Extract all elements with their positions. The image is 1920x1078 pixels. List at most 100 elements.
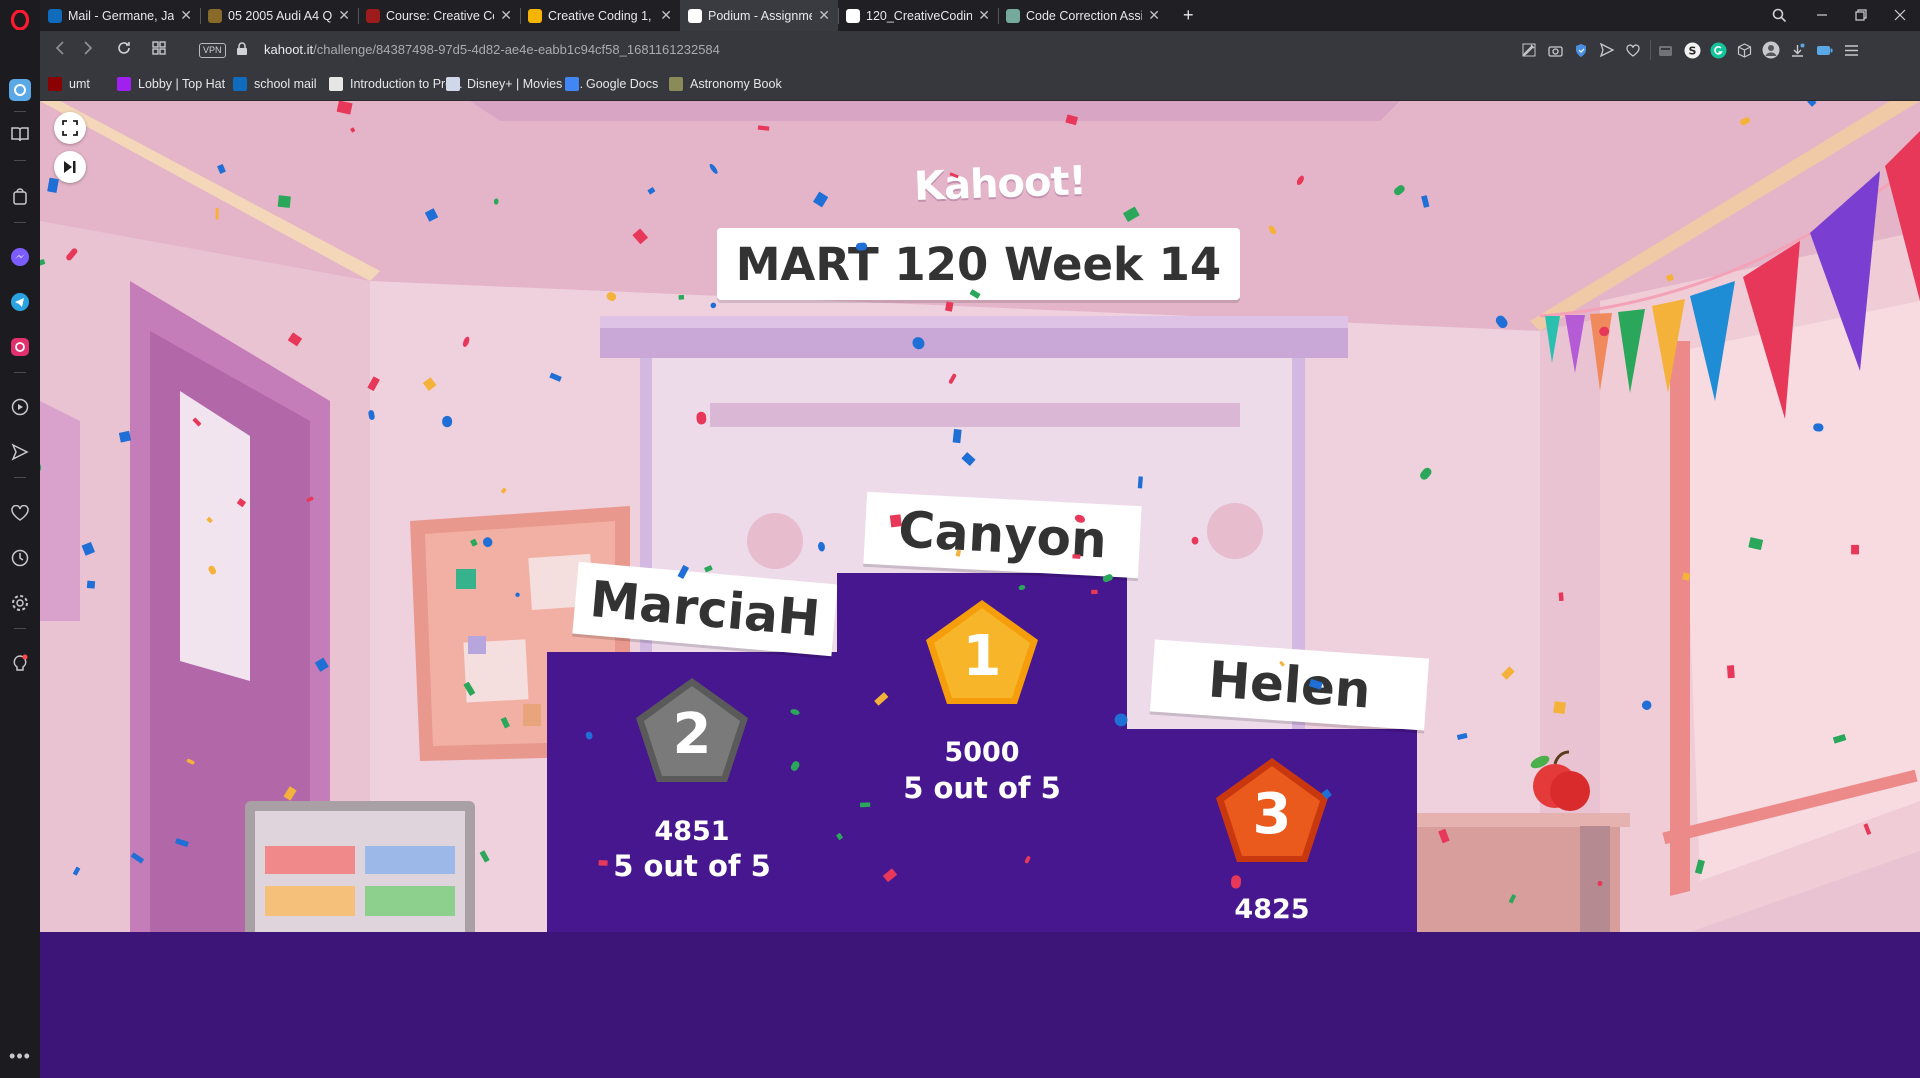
tab-favicon-icon [208,8,222,23]
bookmark-item[interactable]: Introduction to Pro... [329,77,463,91]
bookmark-favicon-icon [446,77,460,91]
tips-icon[interactable] [8,652,32,676]
history-icon[interactable] [8,546,32,570]
restore-button[interactable] [1852,6,1870,24]
bookmark-heart-icon[interactable] [1624,41,1642,59]
url-field[interactable]: kahoot.it/challenge/84387498-97d5-4d82-a… [264,42,720,57]
rank-2-badge-icon: 2 [636,678,748,782]
bookmark-favicon-icon [117,77,131,91]
tab-title: Course: Creative Coding I ( [386,8,494,23]
tab-close-icon[interactable]: ✕ [500,7,512,24]
player-icon[interactable] [8,395,32,419]
opera-logo-icon[interactable] [8,8,32,32]
reload-button[interactable] [116,40,132,61]
messenger-icon[interactable] [8,245,32,269]
browser-tab[interactable]: Course: Creative Coding I ( ✕ [358,0,520,31]
bookmark-item[interactable]: Google Docs [565,77,658,91]
tab-grid-icon[interactable] [151,40,167,61]
tab-close-icon[interactable]: ✕ [978,7,990,24]
search-tabs-icon[interactable] [1770,6,1788,24]
score-second: 4851 [654,816,730,847]
bookmark-label: school mail [254,77,317,91]
tab-close-icon[interactable]: ✕ [818,7,830,24]
camera-icon[interactable] [1546,41,1564,59]
fullscreen-button[interactable] [54,112,86,144]
bookmark-label: Google Docs [586,77,659,91]
rank-1-number: 1 [963,624,1002,689]
bookmark-favicon-icon [48,77,62,91]
sidebar-separator [14,477,26,478]
bookmark-label: Astronomy Book [690,77,782,91]
tab-close-icon[interactable]: ✕ [338,7,350,24]
minimize-button[interactable] [1813,6,1831,24]
send-icon[interactable] [8,440,32,464]
back-button[interactable] [53,40,67,61]
settings-icon[interactable] [8,591,32,615]
s-extension-icon[interactable]: S [1683,41,1701,59]
bag-icon[interactable] [8,184,32,208]
tab-bar: Mail - Germane, Jake - Out✕05 2005 Audi … [40,0,1920,31]
tab-close-icon[interactable]: ✕ [180,7,192,24]
kahoot-podium-scene: Kahoot! MART 120 Week 14 MarciaH 2 4851 … [40,101,1920,932]
browser-tab[interactable]: 05 2005 Audi A4 Quattro C ✕ [200,0,358,31]
instagram-icon[interactable] [8,335,32,359]
bookmark-item[interactable]: school mail [233,77,317,91]
tab-favicon-icon [688,8,702,23]
tab-favicon-icon [528,8,542,23]
bookmark-favicon-icon [233,77,247,91]
rank-2-number: 2 [673,702,712,767]
correct-count-second: 5 out of 5 [613,849,771,883]
tab-title: 120_CreativeCoding1-Sprin [866,8,973,23]
tab-title: Creative Coding 1, MART 1 [548,8,654,23]
book-icon[interactable] [8,122,32,146]
browser-tab[interactable]: Mail - Germane, Jake - Out ✕ [40,0,200,31]
quiz-title: MART 120 Week 14 [717,228,1240,300]
shield-icon[interactable] [1572,41,1590,59]
sidebar-separator [14,160,26,161]
skip-button[interactable] [54,151,86,183]
bookmark-item[interactable]: Lobby | Top Hat [117,77,225,91]
battery-icon[interactable] [1815,41,1833,59]
address-bar: VPN kahoot.it/challenge/84387498-97d5-4d… [40,31,1920,69]
svg-text:S: S [1688,44,1696,57]
tab-title: Mail - Germane, Jake - Out [68,8,175,23]
bottom-purple-area [40,932,1920,1078]
download-icon[interactable] [1788,41,1806,59]
sidebar-separator [14,111,26,112]
forward-button[interactable] [81,40,95,61]
tab-close-icon[interactable]: ✕ [1148,7,1160,24]
cube-icon[interactable] [1735,41,1753,59]
bookmark-favicon-icon [669,77,683,91]
bookmark-item[interactable]: Disney+ | Movies a... [446,77,583,91]
more-icon[interactable]: ••• [8,1044,32,1068]
tab-title: Code Correction Assistance [1026,8,1142,23]
menu-icon[interactable] [1842,41,1860,59]
wallet-icon[interactable] [1656,41,1674,59]
tab-favicon-icon [366,8,380,23]
tab-favicon-icon [1006,8,1020,23]
telegram-icon[interactable] [8,290,32,314]
bookmark-label: Lobby | Top Hat [138,77,226,91]
heart-icon[interactable] [8,501,32,525]
profile-icon[interactable] [1762,41,1780,59]
new-tab-button[interactable]: + [1175,0,1205,31]
lock-icon[interactable] [236,42,248,61]
send-page-icon[interactable] [1598,41,1616,59]
workspace-icon[interactable] [9,79,31,101]
browser-tab[interactable]: 120_CreativeCoding1-Sprin ✕ [838,0,998,31]
vpn-badge[interactable]: VPN [199,43,226,58]
sidebar-separator [14,628,26,629]
browser-tab[interactable]: Podium - Assignments ✕ [680,0,838,31]
bookmark-item[interactable]: Astronomy Book [669,77,782,91]
tab-favicon-icon [48,8,62,23]
snapshot-edit-icon[interactable] [1520,41,1538,59]
browser-tab[interactable]: Code Correction Assistance ✕ [998,0,1168,31]
url-host: kahoot.it [264,42,314,57]
grammarly-icon[interactable] [1709,41,1727,59]
browser-tab[interactable]: Creative Coding 1, MART 1 ✕ [520,0,680,31]
url-path: /challenge/84387498-97d5-4d82-ae4e-eabb1… [313,42,720,57]
bookmark-item[interactable]: umt [48,77,90,91]
close-window-button[interactable] [1891,6,1909,24]
rank-1-badge-icon: 1 [926,600,1038,704]
tab-close-icon[interactable]: ✕ [660,7,672,24]
